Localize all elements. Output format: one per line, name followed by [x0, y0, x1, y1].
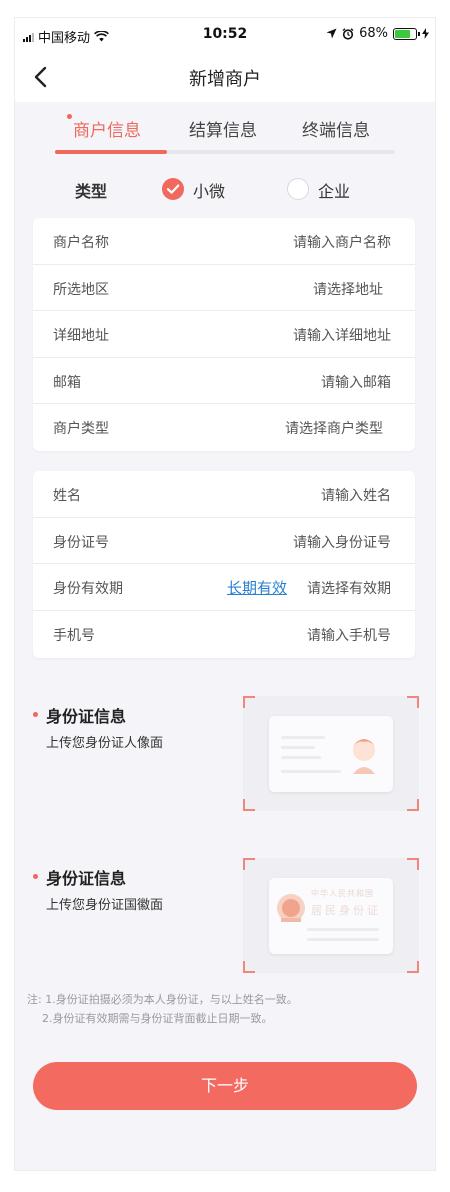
phone-input[interactable]: 请输入手机号 — [307, 625, 391, 645]
email-input[interactable]: 请输入邮箱 — [321, 372, 391, 392]
legal-person-card: 姓名 请输入姓名 身份证号 请输入身份证号 身份有效期 长期有效 请选择有效期 … — [33, 471, 415, 658]
field-merchant-type[interactable]: 商户类型 请选择商户类型 — [33, 404, 415, 451]
merchant-info-card: 商户名称 请输入商户名称 所选地区 请选择地址 详细地址 请输入详细地址 邮箱 … — [33, 218, 415, 451]
corner-mark — [407, 858, 419, 870]
id-card-portrait-illustration — [269, 716, 393, 792]
field-label: 商户名称 — [53, 235, 109, 251]
radio-enterprise[interactable] — [287, 178, 309, 200]
section-subtitle: 上传您身份证人像面 — [46, 736, 164, 751]
step-progress-track — [55, 150, 395, 154]
card-country-text: 中华人民共和国 — [311, 889, 374, 898]
corner-mark — [243, 858, 255, 870]
long-term-valid-link[interactable]: 长期有效 — [227, 577, 287, 598]
tab-merchant-info[interactable]: 商户信息 — [67, 114, 141, 141]
note-line: 注: 1.身份证拍摄必须为本人身份证，与以上姓名一致。 — [27, 993, 298, 1006]
field-id-number[interactable]: 身份证号 请输入身份证号 — [33, 518, 415, 565]
section-title: 身份证信息 — [46, 707, 127, 726]
merchant-type-selector: 类型 小微 企业 — [15, 168, 435, 210]
alarm-icon — [342, 27, 354, 40]
location-arrow-icon — [326, 28, 337, 39]
field-region[interactable]: 所选地区 请选择地址 — [33, 265, 415, 312]
field-detail-address[interactable]: 详细地址 请输入详细地址 — [33, 311, 415, 358]
field-label: 手机号 — [53, 627, 95, 644]
id-card-emblem-illustration: 中华人民共和国 居民身份证 — [269, 878, 393, 954]
detail-address-input[interactable]: 请输入详细地址 — [293, 325, 391, 345]
navigation-bar: 新增商户 — [15, 52, 435, 102]
tab-label: 结算信息 — [189, 121, 257, 141]
section-title: 身份证信息 — [46, 869, 127, 888]
corner-mark — [243, 696, 255, 708]
next-step-button[interactable]: 下一步 — [33, 1062, 417, 1110]
tab-label: 商户信息 — [73, 121, 141, 141]
step-tabs: 商户信息 结算信息 终端信息 — [15, 102, 435, 168]
id-number-input[interactable]: 请输入身份证号 — [293, 532, 391, 552]
field-name[interactable]: 姓名 请输入姓名 — [33, 471, 415, 518]
merchant-name-input[interactable]: 请输入商户名称 — [293, 232, 391, 252]
battery-icon — [393, 27, 420, 40]
app-screen: 中国移动 10:52 68% 新增商户 商户信息 结算信息 终端信息 类型 小微… — [15, 18, 435, 1170]
corner-mark — [243, 799, 255, 811]
id-back-upload-section: 身份证信息 上传您身份证国徽面 中华人民共和国 居民身份证 — [15, 858, 435, 973]
option-small-micro-label[interactable]: 小微 — [193, 178, 225, 202]
charging-icon — [422, 28, 429, 39]
field-label: 邮箱 — [53, 374, 81, 391]
tab-terminal-info[interactable]: 终端信息 — [302, 116, 370, 141]
upload-notes: 注: 1.身份证拍摄必须为本人身份证，与以上姓名一致。 2.身份证有效期需与身份… — [27, 990, 427, 1028]
section-subtitle: 上传您身份证国徽面 — [46, 898, 164, 913]
status-bar: 中国移动 10:52 68% — [15, 18, 435, 52]
field-label: 身份证号 — [53, 534, 109, 551]
field-label: 详细地址 — [53, 328, 109, 345]
field-email[interactable]: 邮箱 请输入邮箱 — [33, 358, 415, 405]
id-front-upload-section: 身份证信息 上传您身份证人像面 — [15, 696, 435, 811]
step-progress-fill — [55, 150, 168, 154]
merchant-type-select[interactable]: 请选择商户类型 — [285, 418, 383, 438]
field-label: 所选地区 — [53, 281, 109, 298]
type-label: 类型 — [75, 182, 108, 201]
id-emblem-upload-area[interactable]: 中华人民共和国 居民身份证 — [243, 858, 419, 973]
corner-mark — [407, 961, 419, 973]
card-title-text: 居民身份证 — [311, 904, 381, 917]
bullet-dot — [33, 712, 38, 717]
checkmark-icon — [166, 184, 180, 194]
region-select[interactable]: 请选择地址 — [313, 279, 383, 299]
active-dot — [67, 114, 72, 119]
name-input[interactable]: 请输入姓名 — [321, 485, 391, 505]
field-label: 商户类型 — [53, 421, 109, 438]
status-icons: 68% — [326, 26, 429, 41]
corner-mark — [407, 799, 419, 811]
id-portrait-graphic — [281, 736, 375, 774]
field-label: 姓名 — [53, 488, 81, 504]
corner-mark — [407, 696, 419, 708]
field-phone[interactable]: 手机号 请输入手机号 — [33, 611, 415, 658]
corner-mark — [243, 961, 255, 973]
radio-small-micro[interactable] — [162, 178, 184, 200]
page-title: 新增商户 — [189, 69, 261, 90]
note-line: 2.身份证有效期需与身份证背面截止日期一致。 — [42, 1012, 273, 1025]
id-portrait-upload-area[interactable] — [243, 696, 419, 811]
validity-select[interactable]: 请选择有效期 — [307, 578, 391, 598]
field-merchant-name[interactable]: 商户名称 请输入商户名称 — [33, 218, 415, 265]
tab-settlement-info[interactable]: 结算信息 — [189, 116, 257, 141]
battery-percent: 68% — [359, 26, 388, 41]
tab-label: 终端信息 — [302, 121, 370, 141]
bullet-dot — [33, 874, 38, 879]
field-label: 身份有效期 — [53, 581, 123, 598]
field-id-validity[interactable]: 身份有效期 长期有效 请选择有效期 — [33, 564, 415, 611]
option-enterprise-label[interactable]: 企业 — [318, 178, 350, 202]
